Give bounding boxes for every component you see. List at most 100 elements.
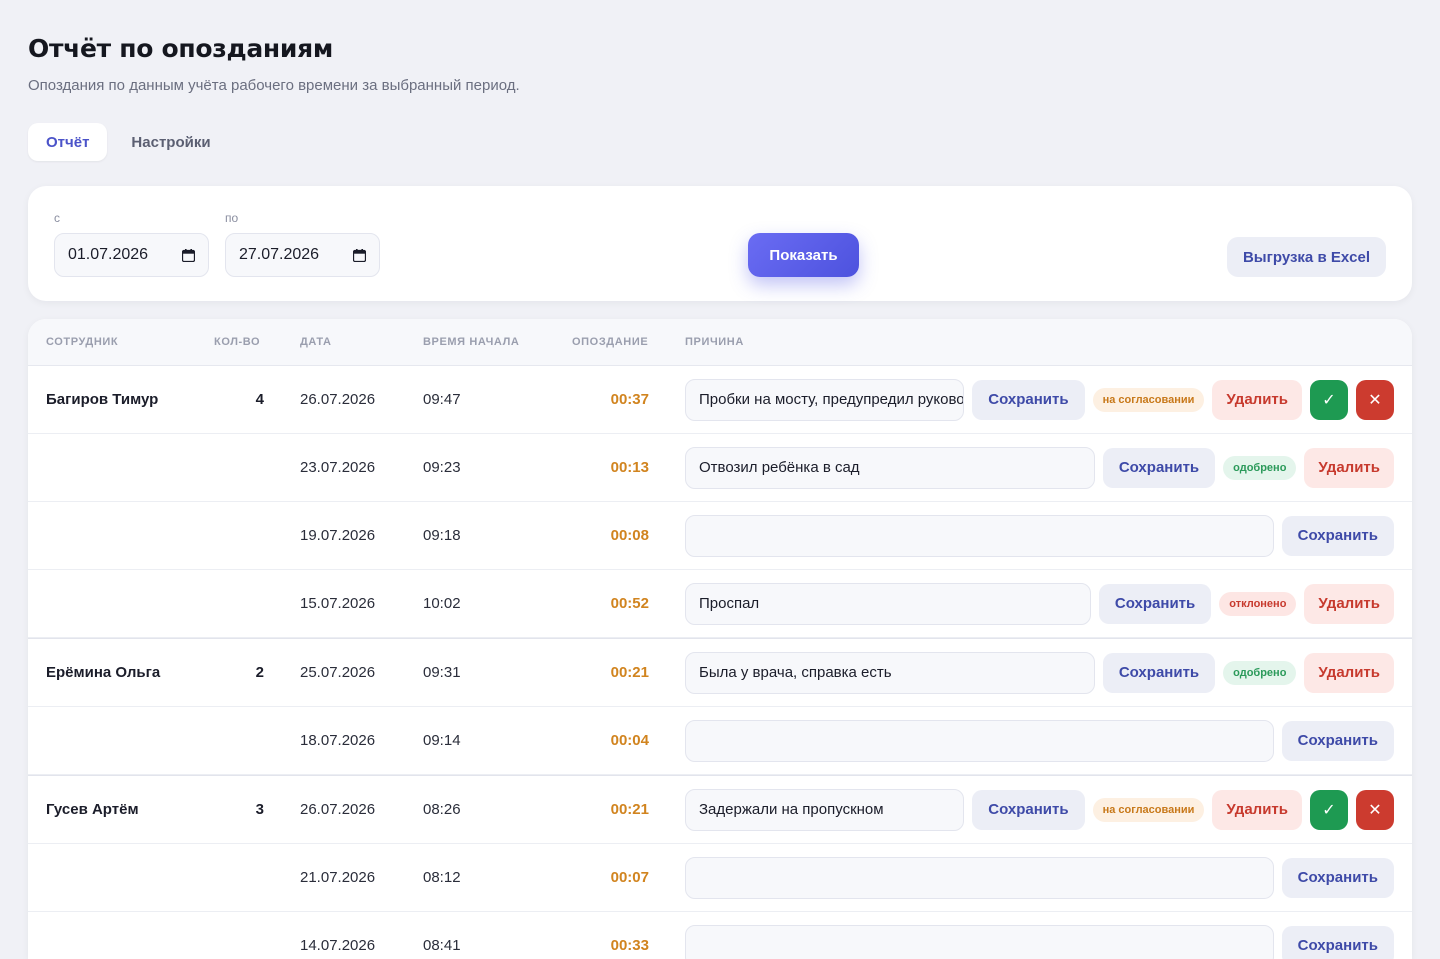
table-row: 21.07.202608:1200:07Сохранить [28,844,1412,912]
save-button[interactable]: Сохранить [1103,653,1215,693]
reason-actions: Сохранить [685,912,1394,959]
late-duration: 00:08 [573,502,649,569]
check-icon: ✓ [1322,800,1335,820]
late-duration: 00:52 [573,570,649,637]
date-to-label: по [225,210,380,226]
header-date: ДАТА [300,336,332,348]
start-time: 08:26 [423,776,461,843]
late-count: 3 [208,776,264,843]
table-body: Багиров Тимур426.07.202609:4700:37Пробки… [28,366,1412,959]
reason-input[interactable] [685,925,1274,959]
start-time: 09:23 [423,434,461,501]
late-date: 23.07.2026 [300,434,375,501]
late-count [208,570,264,637]
status-badge: на согласовании [1093,798,1205,822]
start-time: 08:12 [423,844,461,911]
table-row: 14.07.2026 08:41 00:33 Сохранить [28,912,1412,959]
status-badge: одобрено [1223,456,1296,480]
approve-button[interactable]: ✓ [1310,790,1348,830]
late-date: 15.07.2026 [300,570,375,637]
employee-name: Ерёмина Ольга [46,639,160,706]
date-to-field: по 27.07.2026 [225,210,380,277]
reason-input[interactable] [685,720,1274,762]
reason-actions: Сохранить [685,502,1394,569]
reason-input[interactable]: Была у врача, справка есть [685,652,1095,694]
close-icon: ✕ [1368,800,1381,820]
page-title: Отчёт по опозданиям [28,0,1412,63]
close-icon: ✕ [1368,390,1381,410]
save-button[interactable]: Сохранить [972,790,1084,830]
save-button[interactable]: Сохранить [1282,516,1394,556]
reason-actions: Пробки на мосту, предупредил руководител… [685,366,1394,433]
late-count: 4 [208,366,264,433]
table-row: 19.07.202609:1800:08Сохранить [28,502,1412,570]
delete-button[interactable]: Удалить [1304,584,1394,624]
status-badge: одобрено [1223,661,1296,685]
save-button[interactable]: Сохранить [1282,858,1394,898]
lateness-table: СОТРУДНИК КОЛ-ВО ДАТА ВРЕМЯ НАЧАЛА ОПОЗД… [28,319,1412,959]
late-duration: 00:21 [573,639,649,706]
employee-name: Багиров Тимур [46,366,158,433]
header-late: ОПОЗДАНИЕ [572,336,648,348]
save-button[interactable]: Сохранить [1103,448,1215,488]
reason-input[interactable]: Пробки на мосту, предупредил руководител… [685,379,964,421]
delete-button[interactable]: Удалить [1304,653,1394,693]
date-from-input[interactable]: 01.07.2026 [54,233,209,277]
table-row: Багиров Тимур426.07.202609:4700:37Пробки… [28,366,1412,434]
save-button[interactable]: Сохранить [1282,721,1394,761]
save-button[interactable]: Сохранить [1282,926,1394,959]
filter-panel: с 01.07.2026 по 27.07.2026 Показать Выгр… [28,186,1412,301]
start-time: 08:41 [423,912,461,959]
approve-button[interactable]: ✓ [1310,380,1348,420]
page-subtitle: Опоздания по данным учёта рабочего време… [28,77,1412,94]
save-button[interactable]: Сохранить [1099,584,1211,624]
late-date: 25.07.2026 [300,639,375,706]
save-button[interactable]: Сохранить [972,380,1084,420]
show-button[interactable]: Показать [748,233,859,277]
reject-button[interactable]: ✕ [1356,790,1394,830]
late-duration: 00:13 [573,434,649,501]
late-date: 26.07.2026 [300,366,375,433]
late-duration: 00:37 [573,366,649,433]
reason-input[interactable]: Задержали на пропускном [685,789,964,831]
export-excel-button[interactable]: Выгрузка в Excel [1227,237,1386,277]
reject-button[interactable]: ✕ [1356,380,1394,420]
tab-report[interactable]: Отчёт [28,123,107,161]
delete-button[interactable]: Удалить [1212,790,1302,830]
delete-button[interactable]: Удалить [1304,448,1394,488]
table-row: 23.07.2026 09:23 00:13 Отвозил ребёнка в са… [28,434,1412,502]
page: Отчёт по опозданиям Опоздания по данным … [0,0,1440,959]
reason-input[interactable] [685,857,1274,899]
start-time: 09:31 [423,639,461,706]
late-duration: 00:07 [573,844,649,911]
date-to-value: 27.07.2026 [239,246,319,264]
start-time: 09:18 [423,502,461,569]
late-count [208,844,264,911]
calendar-icon[interactable] [353,249,366,262]
late-duration: 00:33 [573,912,649,959]
late-date: 14.07.2026 [300,912,375,959]
reason-actions: Задержали на пропускномСохранить на согла… [685,776,1394,843]
reason-actions: Была у врача, справка естьСохранить одобр… [685,639,1394,706]
late-date: 18.07.2026 [300,707,375,774]
date-to-input[interactable]: 27.07.2026 [225,233,380,277]
date-from-value: 01.07.2026 [68,246,148,264]
late-count [208,502,264,569]
tab-settings[interactable]: Настройки [113,123,228,161]
tab-bar: Отчёт Настройки [28,123,1412,161]
calendar-icon[interactable] [182,249,195,262]
header-start-time: ВРЕМЯ НАЧАЛА [423,336,519,348]
table-row: 18.07.202609:1400:04Сохранить [28,707,1412,775]
reason-input[interactable]: Отвозил ребёнка в сад [685,447,1095,489]
late-count [208,912,264,959]
check-icon: ✓ [1322,390,1335,410]
employee-name: Гусев Артём [46,776,139,843]
reason-input[interactable] [685,515,1274,557]
reason-actions: Сохранить [685,844,1394,911]
reason-input[interactable]: Проспал [685,583,1091,625]
header-reason: ПРИЧИНА [685,336,744,348]
header-count: КОЛ-ВО [214,336,260,348]
table-header: СОТРУДНИК КОЛ-ВО ДАТА ВРЕМЯ НАЧАЛА ОПОЗД… [28,319,1412,366]
delete-button[interactable]: Удалить [1212,380,1302,420]
table-row: Ерёмина Ольга225.07.202609:3100:21Была у… [28,638,1412,707]
